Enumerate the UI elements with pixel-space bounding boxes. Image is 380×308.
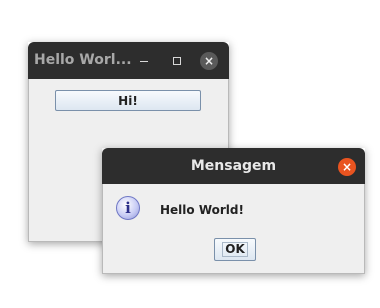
info-icon: i xyxy=(116,196,140,220)
dialog-body: i Hello World! OK xyxy=(102,184,365,274)
main-window-title: Hello Worl... xyxy=(34,52,132,68)
minimize-icon[interactable] xyxy=(140,61,148,62)
dialog-titlebar[interactable]: Mensagem × xyxy=(102,148,365,184)
main-window-titlebar[interactable]: Hello Worl... × xyxy=(28,42,229,79)
ok-focus-ring xyxy=(222,242,248,257)
message-dialog: Mensagem × i Hello World! OK xyxy=(102,148,365,274)
hi-button[interactable]: Hi! xyxy=(55,90,201,111)
dialog-title: Mensagem xyxy=(190,158,277,174)
ok-button[interactable]: OK xyxy=(214,238,256,261)
dialog-message: Hello World! xyxy=(160,203,244,217)
maximize-icon[interactable] xyxy=(173,57,181,65)
dialog-close-icon[interactable]: × xyxy=(338,158,356,176)
close-icon[interactable]: × xyxy=(200,52,218,70)
